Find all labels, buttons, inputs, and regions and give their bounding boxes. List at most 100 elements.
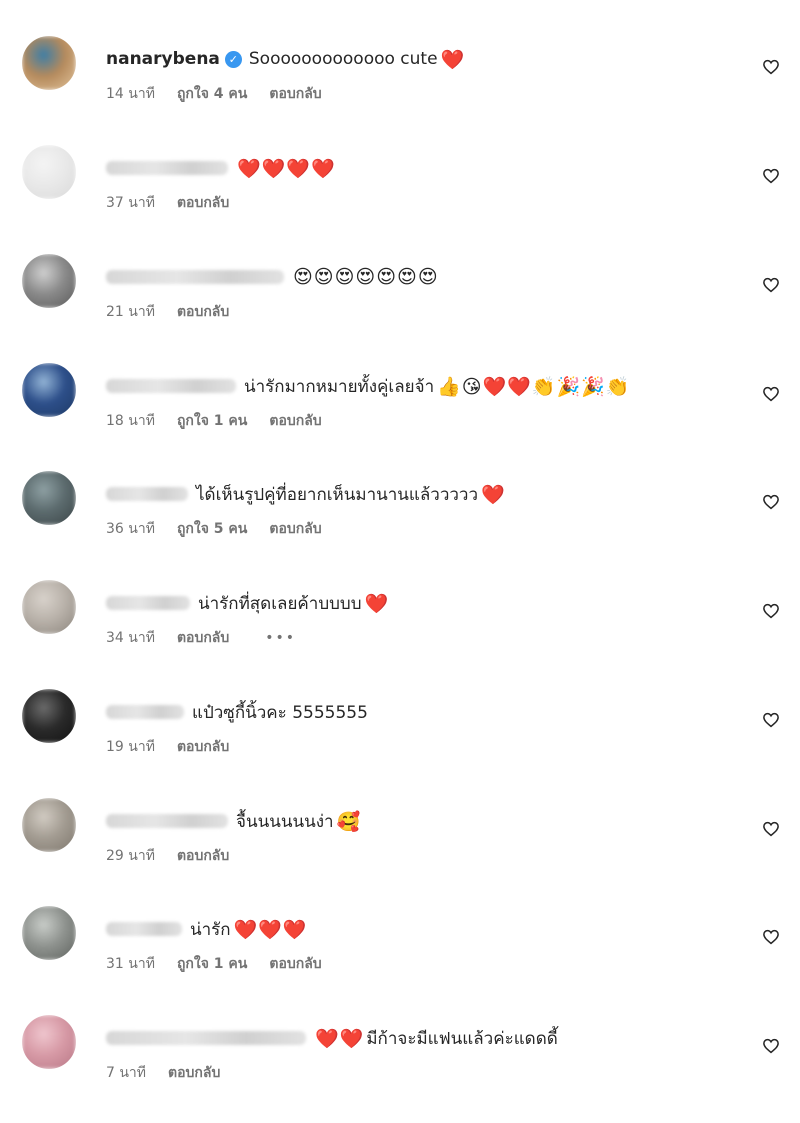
comment-item: nanarybena ✓ Sooooooooooooo cute ❤️ 14 นาที ถ… xyxy=(0,36,800,144)
comment-body: น่ารักมากหมายทั้งคู่เลยจ้า 👍😘❤️❤️👏🎉🎉👏 xyxy=(106,371,631,401)
heart-like-icon[interactable] xyxy=(762,928,780,946)
reply-button[interactable]: ตอบกลับ xyxy=(269,83,321,105)
timestamp[interactable]: 34 นาที xyxy=(106,627,155,649)
comment-text: น่ารัก xyxy=(190,919,231,940)
avatar-image xyxy=(22,798,76,852)
reply-button[interactable]: ตอบกลับ xyxy=(177,627,229,649)
like-count[interactable]: ถูกใจ 4 คน xyxy=(177,83,247,105)
like-count[interactable]: ถูกใจ 5 คน xyxy=(177,518,247,540)
comment-emoji: 😍😍😍😍😍😍😍 xyxy=(293,266,439,288)
reply-button[interactable]: ตอบกลับ xyxy=(177,845,229,867)
timestamp[interactable]: 37 นาที xyxy=(106,192,155,214)
comment-meta: 34 นาที ตอบกลับ ••• xyxy=(106,628,318,648)
avatar[interactable] xyxy=(22,798,76,852)
avatar[interactable] xyxy=(22,1015,76,1069)
heart-like-icon[interactable] xyxy=(762,711,780,729)
reply-button[interactable]: ตอบกลับ xyxy=(269,518,321,540)
comment-item: จื้นนนนนนง่า 🥰 29 นาที ตอบกลับ xyxy=(0,798,800,906)
avatar[interactable] xyxy=(22,580,76,634)
heart-like-icon[interactable] xyxy=(762,602,780,620)
username-blurred[interactable] xyxy=(106,161,228,175)
avatar-image xyxy=(22,145,76,199)
username-blurred[interactable] xyxy=(106,922,182,936)
comment-meta: 31 นาที ถูกใจ 1 คน ตอบกลับ xyxy=(106,954,344,974)
avatar-image xyxy=(22,906,76,960)
avatar-image xyxy=(22,689,76,743)
comment-body: ❤️❤️❤️❤️ xyxy=(106,153,336,183)
username-blurred[interactable] xyxy=(106,1031,306,1045)
comment-item: น่ารัก ❤️❤️❤️ 31 นาที ถูกใจ 1 คน ตอบกลับ xyxy=(0,906,800,1014)
timestamp[interactable]: 14 นาที xyxy=(106,83,155,105)
comment-body: ❤️❤️ มีก้าจะมีแฟนแล้วค่ะแดดดี้ xyxy=(106,1023,558,1053)
comment-text: จื้นนนนนนง่า xyxy=(236,811,334,832)
heart-like-icon[interactable] xyxy=(762,58,780,76)
avatar[interactable] xyxy=(22,363,76,417)
timestamp[interactable]: 36 นาที xyxy=(106,518,155,540)
comment-emoji: ❤️ xyxy=(440,48,466,71)
comment-text: ได้เห็นรูปคู่ที่อยากเห็นมานานแล้ววววว xyxy=(196,484,479,505)
timestamp[interactable]: 31 นาที xyxy=(106,953,155,975)
username-blurred[interactable] xyxy=(106,379,236,393)
like-count[interactable]: ถูกใจ 1 คน xyxy=(177,410,247,432)
comment-item: ❤️❤️❤️❤️ 37 นาที ตอบกลับ xyxy=(0,145,800,253)
comment-item: แป๋วซูกี้นิ้วคะ 5555555 19 นาที ตอบกลับ xyxy=(0,689,800,797)
comment-text: แป๋วซูกี้นิ้วคะ 5555555 xyxy=(192,702,368,723)
reply-button[interactable]: ตอบกลับ xyxy=(177,301,229,323)
avatar[interactable] xyxy=(22,906,76,960)
avatar-image xyxy=(22,580,76,634)
heart-like-icon[interactable] xyxy=(762,385,780,403)
reply-button[interactable]: ตอบกลับ xyxy=(269,953,321,975)
comment-item: 😍😍😍😍😍😍😍 21 นาที ตอบกลับ xyxy=(0,254,800,362)
timestamp[interactable]: 19 นาที xyxy=(106,736,155,758)
username-blurred[interactable] xyxy=(106,596,190,610)
like-count[interactable]: ถูกใจ 1 คน xyxy=(177,953,247,975)
comment-body: จื้นนนนนนง่า 🥰 xyxy=(106,806,361,836)
heart-like-icon[interactable] xyxy=(762,493,780,511)
comment-text: น่ารักมากหมายทั้งคู่เลยจ้า xyxy=(244,376,435,397)
comment-meta: 14 นาที ถูกใจ 4 คน ตอบกลับ xyxy=(106,84,344,104)
comment-body: น่ารัก ❤️❤️❤️ xyxy=(106,914,308,944)
username-blurred[interactable] xyxy=(106,705,184,719)
heart-like-icon[interactable] xyxy=(762,820,780,838)
comment-body: ได้เห็นรูปคู่ที่อยากเห็นมานานแล้ววววว ❤️ xyxy=(106,479,506,509)
comment-meta: 18 นาที ถูกใจ 1 คน ตอบกลับ xyxy=(106,411,344,431)
more-options-icon[interactable]: ••• xyxy=(265,630,296,646)
comment-body: nanarybena ✓ Sooooooooooooo cute ❤️ xyxy=(106,44,465,74)
comment-emoji: ❤️ xyxy=(364,592,390,615)
comment-body: แป๋วซูกี้นิ้วคะ 5555555 xyxy=(106,697,368,727)
timestamp[interactable]: 7 นาที xyxy=(106,1062,146,1084)
comment-item: น่ารักมากหมายทั้งคู่เลยจ้า 👍😘❤️❤️👏🎉🎉👏 18 น… xyxy=(0,363,800,471)
username-blurred[interactable] xyxy=(106,270,284,284)
avatar[interactable] xyxy=(22,471,76,525)
comment-meta: 19 นาที ตอบกลับ xyxy=(106,737,251,757)
reply-button[interactable]: ตอบกลับ xyxy=(177,192,229,214)
avatar-image xyxy=(22,1015,76,1069)
comment-text: น่ารักที่สุดเลยค้าบบบบ xyxy=(198,593,362,614)
comment-emoji: ❤️❤️❤️ xyxy=(233,918,308,941)
comment-emoji: ❤️❤️ xyxy=(315,1027,365,1050)
avatar-image xyxy=(22,254,76,308)
comment-emoji: 🥰 xyxy=(336,810,362,833)
timestamp[interactable]: 29 นาที xyxy=(106,845,155,867)
heart-like-icon[interactable] xyxy=(762,1037,780,1055)
heart-like-icon[interactable] xyxy=(762,167,780,185)
heart-like-icon[interactable] xyxy=(762,276,780,294)
username-blurred[interactable] xyxy=(106,487,188,501)
avatar-image xyxy=(22,363,76,417)
avatar[interactable] xyxy=(22,145,76,199)
avatar[interactable] xyxy=(22,254,76,308)
comment-meta: 29 นาที ตอบกลับ xyxy=(106,846,251,866)
avatar-image xyxy=(22,36,76,90)
comment-text: Sooooooooooooo cute xyxy=(248,49,438,69)
avatar[interactable] xyxy=(22,689,76,743)
comment-item: น่ารักที่สุดเลยค้าบบบบ ❤️ 34 นาที ตอบกลับ ••… xyxy=(0,580,800,688)
avatar[interactable] xyxy=(22,36,76,90)
comment-emoji: 👍😘❤️❤️👏🎉🎉👏 xyxy=(437,375,631,398)
reply-button[interactable]: ตอบกลับ xyxy=(269,410,321,432)
timestamp[interactable]: 21 นาที xyxy=(106,301,155,323)
username-link[interactable]: nanarybena xyxy=(106,49,220,69)
timestamp[interactable]: 18 นาที xyxy=(106,410,155,432)
reply-button[interactable]: ตอบกลับ xyxy=(168,1062,220,1084)
reply-button[interactable]: ตอบกลับ xyxy=(177,736,229,758)
username-blurred[interactable] xyxy=(106,814,228,828)
